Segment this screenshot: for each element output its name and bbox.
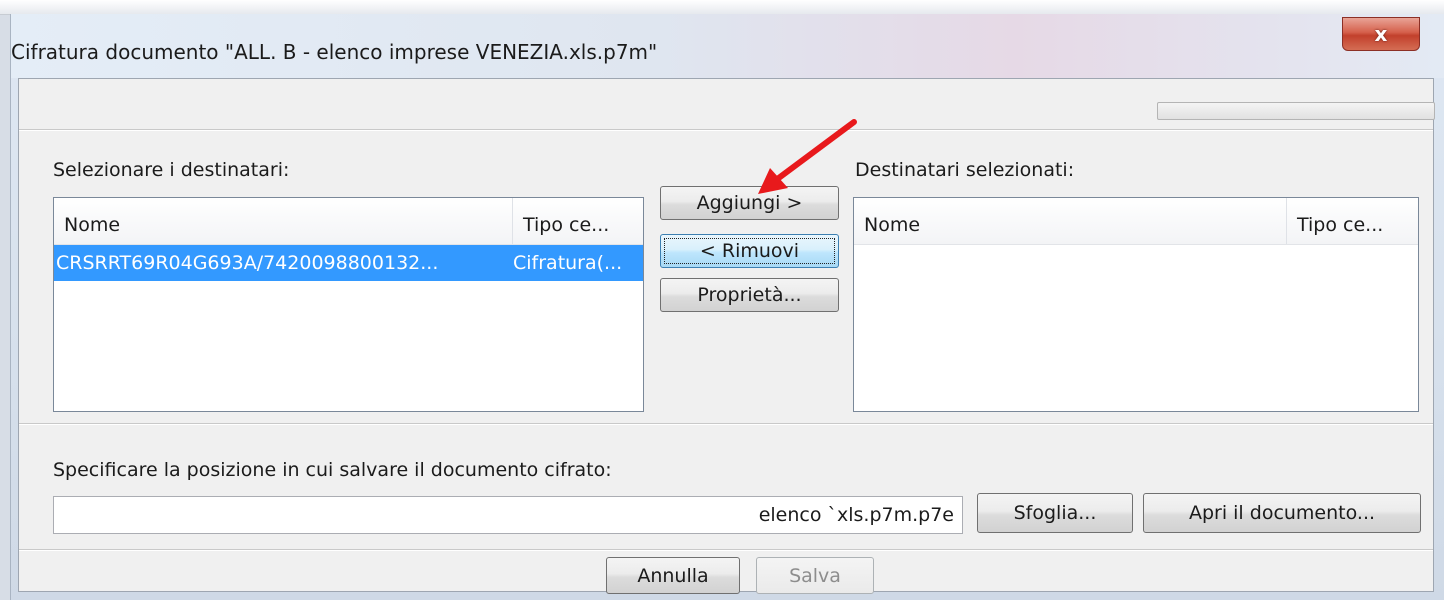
- column-header-type[interactable]: Tipo ce...: [513, 198, 643, 244]
- column-header-name[interactable]: Nome: [54, 198, 512, 244]
- progress-bar: [1157, 102, 1435, 120]
- column-header-name[interactable]: Nome: [854, 198, 1286, 244]
- selected-recipients-list[interactable]: Nome Tipo ce...: [853, 197, 1419, 412]
- close-icon: x: [1374, 22, 1388, 46]
- save-path-input[interactable]: [53, 496, 963, 534]
- background-window-strip: [0, 0, 1444, 15]
- recipients-list-header: Nome Tipo ce...: [54, 198, 643, 245]
- table-row[interactable]: CRSRRT69R04G693A/7420098800132... Cifrat…: [54, 245, 643, 281]
- save-button[interactable]: Salva: [756, 557, 874, 594]
- window-title: Cifratura documento "ALL. B - elenco imp…: [11, 40, 658, 64]
- save-location-label: Specificare la posizione in cui salvare …: [53, 459, 612, 481]
- column-header-type[interactable]: Tipo ce...: [1287, 198, 1417, 244]
- annotation-arrow-shaft: [773, 119, 857, 183]
- recipients-label: Selezionare i destinatari:: [53, 159, 290, 181]
- title-bar: Cifratura documento "ALL. B - elenco imp…: [11, 14, 1444, 78]
- close-button[interactable]: x: [1342, 17, 1420, 51]
- remove-recipient-button[interactable]: < Rimuovi: [660, 234, 839, 268]
- encryption-dialog: Cifratura documento "ALL. B - elenco imp…: [10, 14, 1444, 600]
- browse-button[interactable]: Sfoglia...: [977, 493, 1133, 533]
- open-document-button[interactable]: Apri il documento...: [1143, 493, 1421, 533]
- recipients-list[interactable]: Nome Tipo ce... CRSRRT69R04G693A/7420098…: [53, 197, 644, 412]
- annotation-arrow-icon: [758, 119, 857, 194]
- selected-list-header: Nome Tipo ce...: [854, 198, 1418, 245]
- row-type-cell: Cifratura(...: [513, 252, 623, 274]
- properties-button[interactable]: Proprietà...: [660, 278, 839, 312]
- dialog-body: Selezionare i destinatari: Nome Tipo ce.…: [18, 78, 1435, 594]
- row-name-cell: CRSRRT69R04G693A/7420098800132...: [56, 252, 439, 274]
- selected-recipients-label: Destinatari selezionati:: [855, 159, 1075, 181]
- cancel-button[interactable]: Annulla: [606, 557, 740, 594]
